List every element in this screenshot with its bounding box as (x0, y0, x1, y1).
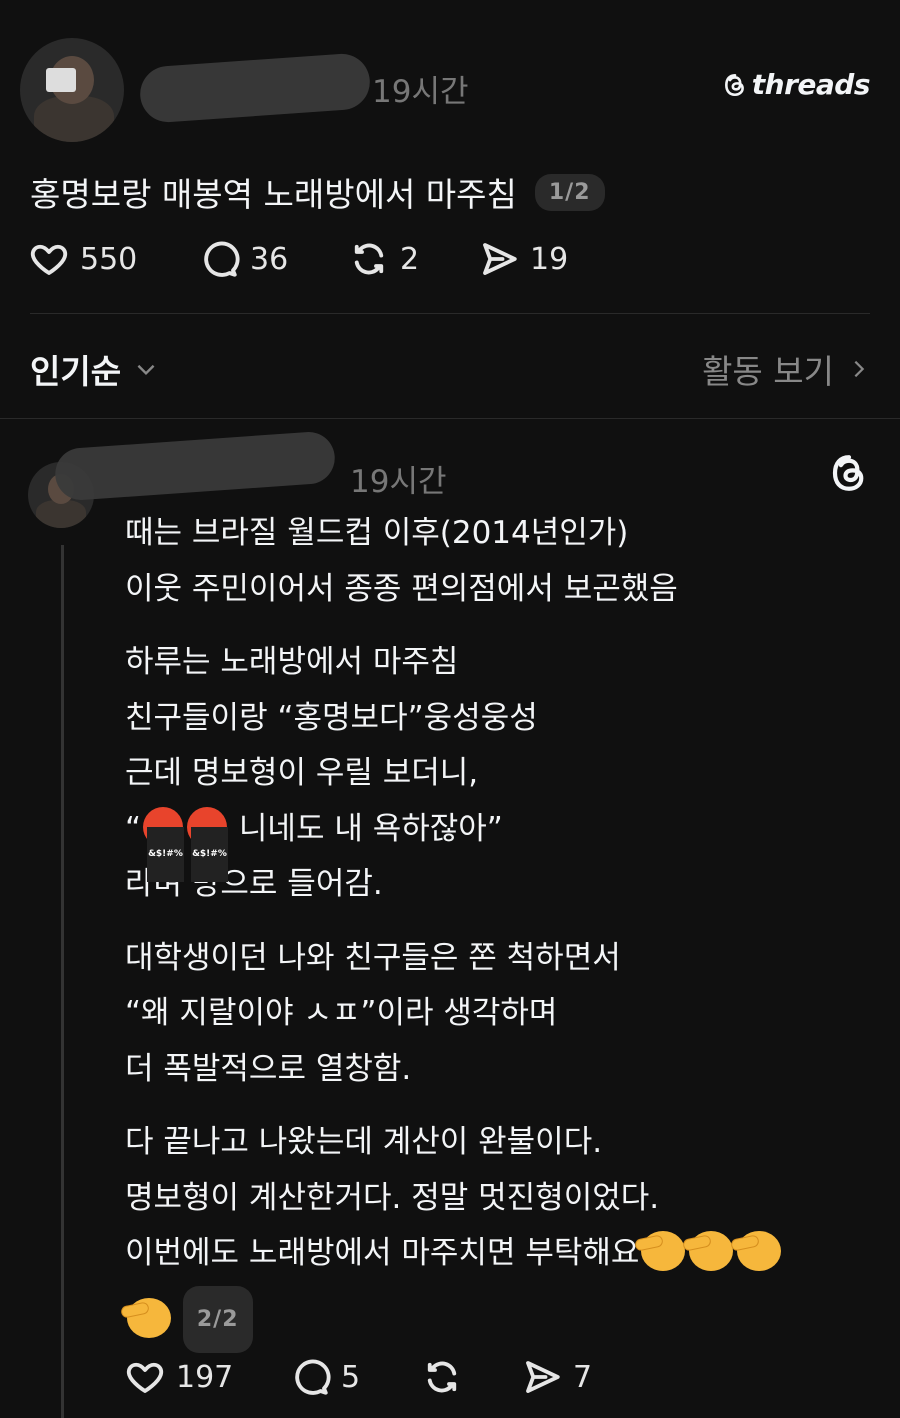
reply-line: 하루는 노래방에서 마주침 (125, 644, 459, 680)
reply-share-button[interactable]: 7 (521, 1356, 592, 1398)
reply-line: 근데 명보형이 우릴 보더니, (125, 755, 479, 791)
activity-link[interactable]: 활동 보기 (702, 345, 870, 393)
redacted-reply-username (53, 430, 337, 502)
share-count: 19 (530, 241, 569, 277)
cursing-face-emoji-icon (187, 806, 228, 882)
sort-dropdown[interactable]: 인기순 (30, 345, 159, 393)
activity-label: 활동 보기 (702, 352, 834, 391)
post-time: 19시간 (372, 74, 469, 110)
reply-like-count: 197 (176, 1359, 234, 1395)
reply-line: 이웃 주민이어서 종종 편의점에서 보곤했음 (125, 570, 678, 607)
reply-pager-line: 2/2 (125, 1285, 865, 1353)
repost-button[interactable]: 2 (348, 238, 478, 280)
comment-icon (295, 1359, 331, 1395)
thread-line (61, 545, 64, 1418)
reply-line: 대학생이던 나와 친구들은 쫀 척하면서 (125, 939, 621, 976)
reply-comment-count: 5 (341, 1359, 361, 1395)
repost-count: 2 (400, 241, 420, 277)
comment-button[interactable]: 36 (198, 238, 348, 280)
reply-share-count: 7 (573, 1359, 593, 1395)
quote-open: “ (125, 810, 142, 847)
reply-line: 명보형이 계산한거다. 정말 멋진형이었다. (125, 1179, 660, 1216)
post-actions: 550 36 2 19 (28, 238, 568, 280)
reply-pager: 2/2 (182, 1285, 253, 1353)
reply-actions: 197 5 7 (124, 1356, 592, 1398)
repost-icon (354, 243, 384, 275)
share-icon (526, 1361, 560, 1393)
like-count: 550 (80, 241, 138, 277)
comment-count: 36 (250, 241, 289, 277)
comment-icon (204, 241, 240, 277)
reply-paragraph: 대학생이던 나와 친구들은 쫀 척하면서 “왜 지랄이야 ㅅㅍ”이라 생각하며 … (125, 931, 865, 1098)
post-title-text: 홍명보랑 매봉역 노래방에서 마주침 (30, 175, 517, 214)
heart-icon (126, 1362, 164, 1393)
reply-line-text: 이번에도 노래방에서 마주치면 부탁해요 (125, 1235, 640, 1271)
post-pager: 1/2 (534, 173, 605, 211)
share-button[interactable]: 19 (478, 238, 568, 280)
reply-body: 때는 브라질 월드컵 이후(2014년인가) 이웃 주민이어서 종종 편의점에서… (125, 506, 865, 1371)
cursing-face-emoji-icon (143, 806, 184, 882)
chevron-right-icon (854, 360, 865, 378)
redacted-username (138, 52, 372, 124)
reply-quote-line: “ 니네도 내 욕하잖아” (125, 802, 865, 882)
reply-time: 19시간 (350, 464, 447, 500)
chevron-down-icon (137, 364, 155, 376)
reply-line: “왜 지랄이야 ㅅㅍ”이라 생각하며 (125, 995, 558, 1031)
reply-comment-button[interactable]: 5 (289, 1356, 421, 1398)
saluting-face-emoji-icon (737, 1231, 782, 1271)
threads-logo-icon[interactable] (828, 452, 870, 494)
repost-icon (427, 1361, 457, 1393)
reply-paragraph: 때는 브라질 월드컵 이후(2014년인가) 이웃 주민이어서 종종 편의점에서… (125, 506, 865, 617)
section-divider (0, 418, 900, 419)
reply-repost-button[interactable] (421, 1356, 521, 1398)
reply-like-button[interactable]: 197 (124, 1356, 289, 1398)
threads-logo-icon (724, 73, 744, 96)
reply-line: 친구들이랑 “홍명보다”웅성웅성 (125, 699, 538, 736)
brand-name: threads (751, 68, 871, 101)
reply-line: 더 폭발적으로 열창함. (125, 1050, 412, 1087)
saluting-face-emoji-icon (127, 1297, 171, 1338)
saluting-face-emoji-icon (641, 1231, 686, 1271)
share-icon (483, 243, 517, 275)
reply-line: 때는 브라질 월드컵 이후(2014년인가) (125, 515, 629, 551)
reply-line: 다 끝나고 나왔는데 계산이 완불이다. (125, 1124, 603, 1160)
reply-line: 라며 방으로 들어감. (125, 866, 383, 902)
heart-icon (30, 244, 68, 275)
divider (30, 313, 870, 314)
like-button[interactable]: 550 (28, 238, 198, 280)
reply-paragraph: 하루는 노래방에서 마주침 친구들이랑 “홍명보다”웅성웅성 근데 명보형이 우… (125, 635, 865, 913)
saluting-face-emoji-icon (689, 1231, 734, 1271)
reply-paragraph: 다 끝나고 나왔는데 계산이 완불이다. 명보형이 계산한거다. 정말 멋진형이… (125, 1115, 865, 1353)
sort-label: 인기순 (30, 352, 122, 391)
reply-salute-line: 이번에도 노래방에서 마주치면 부탁해요 (125, 1226, 865, 1282)
threads-brand: threads (722, 68, 871, 101)
quote-text: 니네도 내 욕하잖아” (229, 810, 503, 847)
avatar[interactable] (20, 38, 124, 142)
post-title: 홍명보랑 매봉역 노래방에서 마주침 1/2 (30, 168, 605, 216)
